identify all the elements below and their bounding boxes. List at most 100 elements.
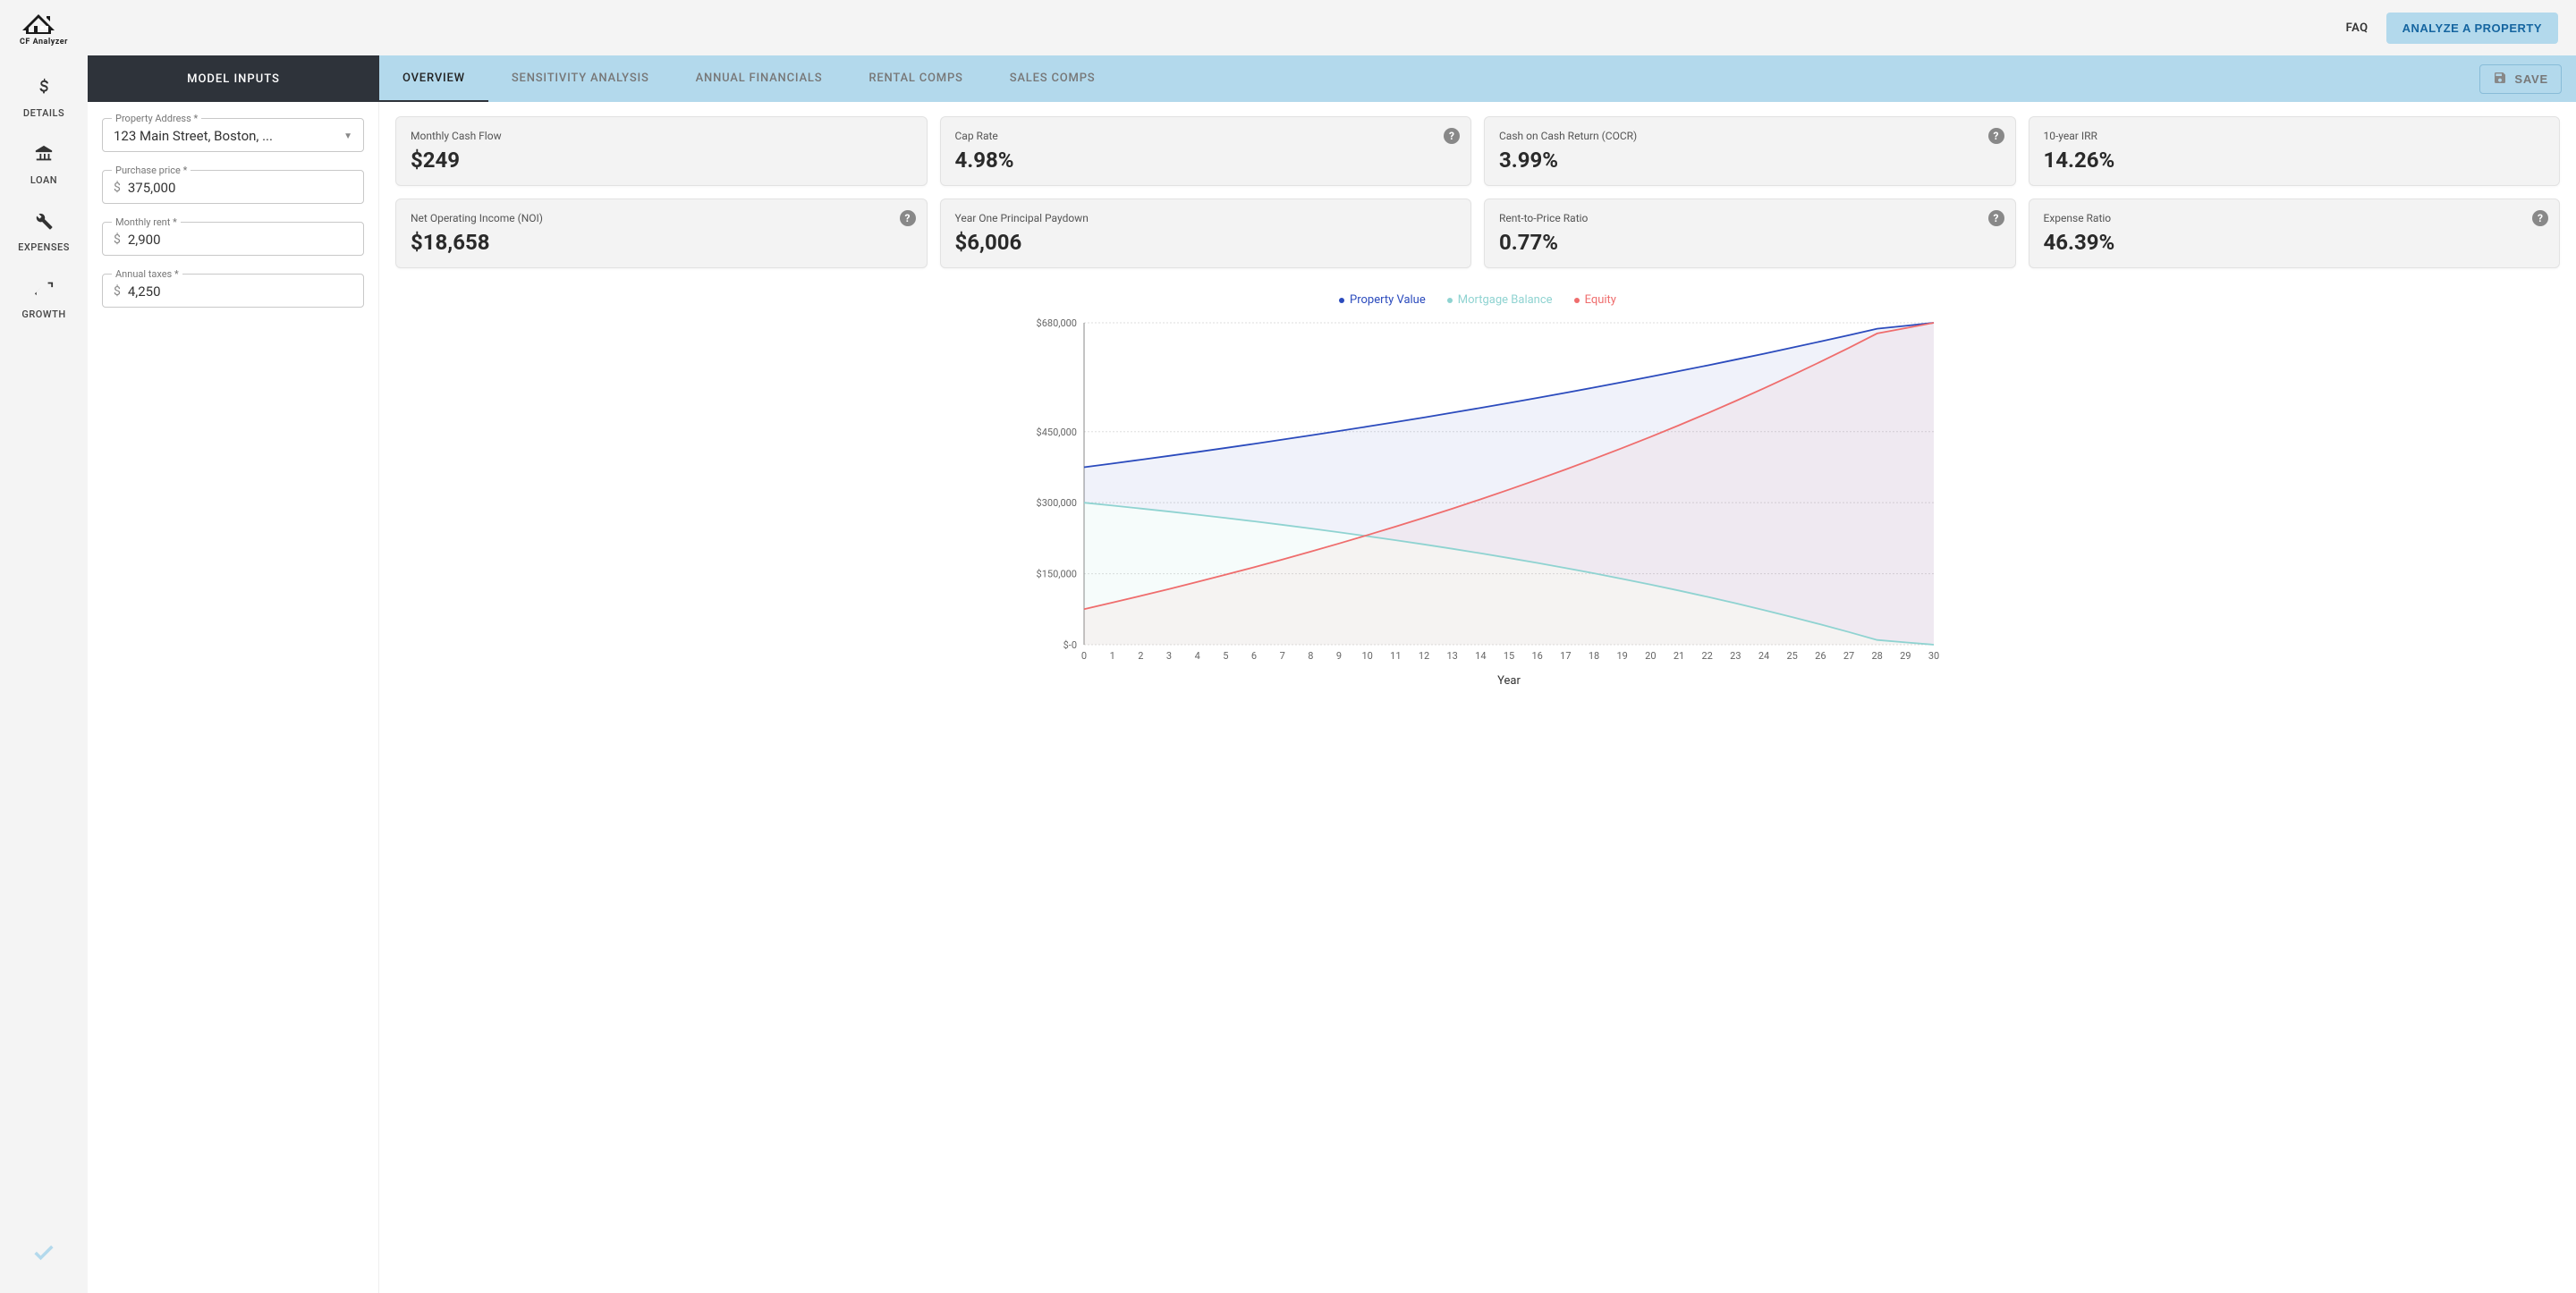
- metric-card: Cap Rate 4.98%?: [940, 116, 1472, 186]
- header: CF Analyzer FAQ ANALYZE A PROPERTY: [0, 0, 2576, 55]
- svg-text:5: 5: [1223, 650, 1228, 662]
- svg-text:14: 14: [1475, 650, 1486, 662]
- svg-text:1: 1: [1110, 650, 1115, 662]
- metric-value: 0.77%: [1499, 230, 2001, 255]
- svg-text:18: 18: [1589, 650, 1599, 662]
- svg-text:6: 6: [1251, 650, 1257, 662]
- svg-text:$150,000: $150,000: [1037, 569, 1077, 580]
- check-icon: [31, 1240, 56, 1293]
- metric-value: $6,006: [955, 230, 1457, 255]
- tab-sales-comps[interactable]: SALES COMPS: [987, 55, 1119, 102]
- sidebar-item-expenses[interactable]: EXPENSES: [0, 199, 88, 266]
- metric-label: Expense Ratio: [2044, 212, 2546, 224]
- metric-value: $18,658: [411, 230, 912, 255]
- help-icon[interactable]: ?: [900, 210, 916, 226]
- svg-text:19: 19: [1616, 650, 1627, 662]
- metric-card: Monthly Cash Flow$249: [395, 116, 928, 186]
- metric-card: Cash on Cash Return (COCR) 3.99%?: [1484, 116, 2016, 186]
- overview-panel: Monthly Cash Flow$249Cap Rate4.98%?Cash …: [379, 102, 2576, 1293]
- tab-overview[interactable]: OVERVIEW: [379, 55, 488, 102]
- field-label: Purchase price *: [112, 165, 191, 176]
- metric-label: Monthly Cash Flow: [411, 130, 912, 142]
- svg-text:$680,000: $680,000: [1037, 317, 1077, 329]
- dollar-prefix: $: [114, 232, 121, 247]
- legend-dot-icon: [1574, 298, 1580, 303]
- svg-text:13: 13: [1446, 650, 1457, 662]
- metric-card: Expense Ratio46.39%?: [2029, 199, 2561, 268]
- help-icon[interactable]: ?: [1988, 128, 2004, 144]
- svg-text:Year: Year: [1497, 674, 1521, 688]
- analyze-property-button[interactable]: ANALYZE A PROPERTY: [2386, 13, 2558, 44]
- svg-text:25: 25: [1786, 650, 1797, 662]
- svg-text:20: 20: [1645, 650, 1656, 662]
- svg-text:$300,000: $300,000: [1037, 497, 1077, 509]
- sidebar-item-growth[interactable]: GROWTH: [0, 266, 88, 333]
- field-value: 375,000: [128, 180, 176, 196]
- annual-taxes-field[interactable]: Annual taxes * $ 4,250: [102, 274, 364, 308]
- trend-icon: [34, 278, 54, 303]
- metric-value: 4.98%: [955, 148, 1457, 173]
- chevron-down-icon: ▼: [343, 131, 352, 141]
- sidebar-item-loan[interactable]: LOAN: [0, 131, 88, 199]
- sidebar: DETAILS LOAN EXPENSES GROWTH: [0, 55, 88, 1293]
- svg-text:22: 22: [1701, 650, 1712, 662]
- dollar-icon: [34, 77, 54, 102]
- svg-text:28: 28: [1871, 650, 1882, 662]
- svg-text:9: 9: [1336, 650, 1342, 662]
- metric-label: Cash on Cash Return (COCR): [1499, 130, 2001, 142]
- equity-chart: Property Value Mortgage Balance Equity $…: [395, 284, 2560, 702]
- dollar-prefix: $: [114, 181, 121, 195]
- sidebar-item-label: GROWTH: [21, 308, 65, 320]
- logo[interactable]: CF Analyzer: [18, 9, 70, 46]
- legend-dot-icon: [1339, 298, 1344, 303]
- bank-icon: [34, 144, 54, 169]
- legend-label: Equity: [1585, 293, 1616, 307]
- tabbar: MODEL INPUTS OVERVIEW SENSITIVITY ANALYS…: [88, 55, 2576, 102]
- save-button[interactable]: SAVE: [2479, 64, 2562, 94]
- svg-text:27: 27: [1843, 650, 1854, 662]
- faq-link[interactable]: FAQ: [2346, 21, 2368, 35]
- help-icon[interactable]: ?: [2532, 210, 2548, 226]
- svg-text:29: 29: [1900, 650, 1911, 662]
- metric-card: Net Operating Income (NOI) $18,658?: [395, 199, 928, 268]
- svg-text:8: 8: [1308, 650, 1313, 662]
- dollar-prefix: $: [114, 284, 121, 299]
- svg-text:26: 26: [1815, 650, 1826, 662]
- metric-card: Rent-to-Price Ratio 0.77%?: [1484, 199, 2016, 268]
- field-value: 123 Main Street, Boston, ...: [114, 128, 273, 144]
- monthly-rent-field[interactable]: Monthly rent * $ 2,900: [102, 222, 364, 256]
- metric-label: Rent-to-Price Ratio: [1499, 212, 2001, 224]
- svg-text:4: 4: [1195, 650, 1200, 662]
- metric-label: Cap Rate: [955, 130, 1457, 142]
- metric-label: Net Operating Income (NOI): [411, 212, 912, 224]
- property-address-field[interactable]: Property Address * 123 Main Street, Bost…: [102, 118, 364, 152]
- svg-text:7: 7: [1280, 650, 1285, 662]
- svg-text:21: 21: [1674, 650, 1684, 662]
- tab-sensitivity[interactable]: SENSITIVITY ANALYSIS: [488, 55, 673, 102]
- tab-rental-comps[interactable]: RENTAL COMPS: [845, 55, 986, 102]
- sidebar-item-details[interactable]: DETAILS: [0, 64, 88, 131]
- svg-text:$450,000: $450,000: [1037, 427, 1077, 438]
- save-label: SAVE: [2514, 72, 2548, 86]
- metric-value: 14.26%: [2044, 148, 2546, 173]
- svg-text:11: 11: [1390, 650, 1401, 662]
- chart-svg: $-0$150,000$300,000$450,000$680,00001234…: [413, 314, 2542, 689]
- svg-text:15: 15: [1504, 650, 1514, 662]
- metric-card: 10-year IRR14.26%: [2029, 116, 2561, 186]
- metric-label: Year One Principal Paydown: [955, 212, 1457, 224]
- svg-text:0: 0: [1081, 650, 1087, 662]
- purchase-price-field[interactable]: Purchase price * $ 375,000: [102, 170, 364, 204]
- help-icon[interactable]: ?: [1444, 128, 1460, 144]
- house-icon: [18, 9, 70, 38]
- field-label: Monthly rent *: [112, 216, 181, 228]
- svg-text:2: 2: [1138, 650, 1143, 662]
- svg-text:$-0: $-0: [1063, 639, 1077, 651]
- field-label: Property Address *: [112, 113, 201, 124]
- tab-annual-financials[interactable]: ANNUAL FINANCIALS: [673, 55, 846, 102]
- legend-dot-icon: [1447, 298, 1453, 303]
- svg-text:17: 17: [1560, 650, 1571, 662]
- help-icon[interactable]: ?: [1988, 210, 2004, 226]
- metric-value: 3.99%: [1499, 148, 2001, 173]
- tab-model-inputs[interactable]: MODEL INPUTS: [88, 55, 379, 102]
- svg-text:24: 24: [1758, 650, 1769, 662]
